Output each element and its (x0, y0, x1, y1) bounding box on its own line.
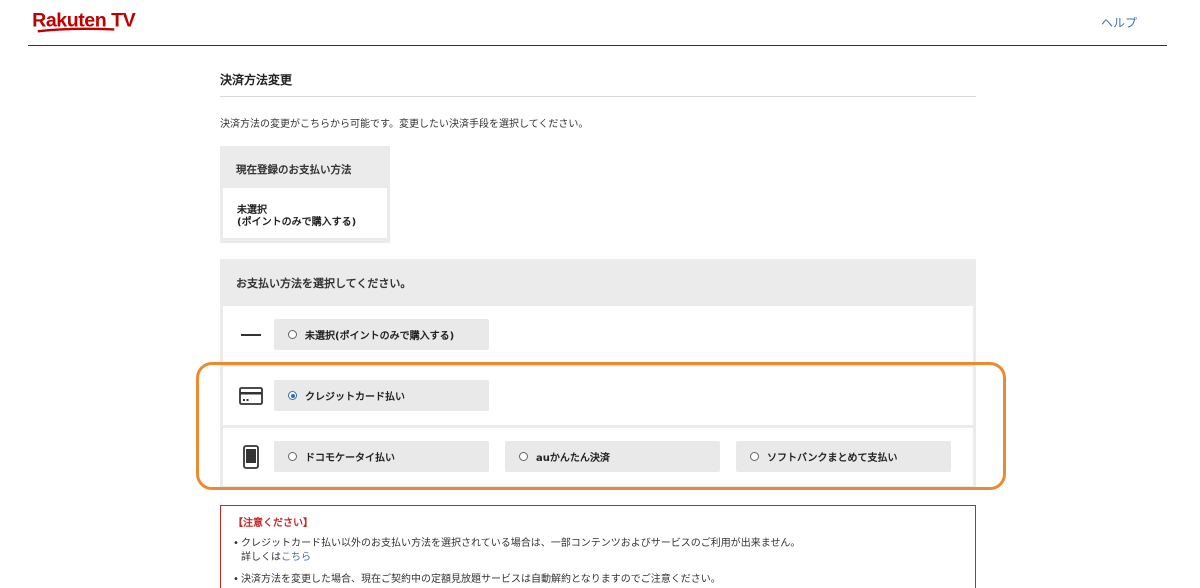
option-credit-card-label: クレジットカード払い (305, 392, 405, 403)
radio-softbank[interactable] (750, 452, 759, 461)
header: Rakuten TV ヘルプ (0, 0, 1200, 47)
notice-item-1-sub: 詳しくはこちら (241, 548, 311, 563)
payment-row-carrier: ドコモケータイ払い auかんたん決済 ソフトバンクまとめて支払い (223, 428, 973, 486)
notice-item-1-text: クレジットカード払い以外のお支払い方法を選択されている場合は、一部コンテンツおよ… (241, 538, 801, 549)
rakuten-tv-logo[interactable]: Rakuten TV (28, 8, 153, 36)
payment-select-heading: お支払い方法を選択してください。 (236, 277, 412, 290)
notice-item-2: • 決済方法を変更した場合、現在ご契約中の定額見放題サービスは自動解約となりますの… (233, 570, 721, 585)
mobile-phone-icon (237, 443, 265, 471)
notice-item-2-text: 決済方法を変更した場合、現在ご契約中の定額見放題サービスは自動解約となりますので… (241, 574, 721, 585)
bullet-icon: • (233, 538, 239, 549)
notice-item-1: • クレジットカード払い以外のお支払い方法を選択されている場合は、一部コンテンツお… (233, 534, 800, 549)
payment-row-credit-card: クレジットカード払い (223, 367, 973, 425)
option-softbank[interactable]: ソフトバンクまとめて支払い (736, 441, 951, 472)
radio-au[interactable] (519, 452, 528, 461)
current-payment-heading: 現在登録のお支払い方法 (236, 164, 352, 176)
current-payment-body: 未選択 (ポイントのみで購入する) (223, 188, 387, 238)
option-au-label: auかんたん決済 (536, 453, 610, 464)
option-none-label: 未選択(ポイントのみで購入する) (305, 331, 455, 342)
radio-none[interactable] (288, 330, 297, 339)
credit-card-icon (237, 382, 265, 410)
notice-title: 【注意ください】 (233, 518, 313, 529)
bullet-icon: • (233, 574, 239, 585)
radio-docomo[interactable] (288, 452, 297, 461)
details-link[interactable]: こちら (281, 552, 311, 563)
option-softbank-label: ソフトバンクまとめて支払い (767, 453, 898, 464)
notice-sub-prefix: 詳しくは (241, 552, 281, 563)
payment-row-none: 未選択(ポイントのみで購入する) (223, 306, 973, 364)
current-payment-note: (ポイントのみで購入する) (237, 217, 357, 228)
page-title: 決済方法変更 (220, 73, 293, 87)
option-au[interactable]: auかんたん決済 (505, 441, 720, 472)
option-credit-card[interactable]: クレジットカード払い (274, 380, 489, 411)
current-payment-card: 現在登録のお支払い方法 未選択 (ポイントのみで購入する) (220, 146, 390, 243)
option-none[interactable]: 未選択(ポイントのみで購入する) (274, 319, 489, 350)
header-divider (28, 45, 1167, 46)
option-docomo-label: ドコモケータイ払い (305, 453, 395, 464)
help-link[interactable]: ヘルプ (1101, 14, 1137, 31)
title-divider (220, 96, 976, 97)
radio-credit-card[interactable] (288, 391, 297, 400)
notice-box: 【注意ください】 • クレジットカード払い以外のお支払い方法を選択されている場合は… (220, 505, 976, 588)
intro-text: 決済方法の変更がこちらから可能です。変更したい決済手段を選択してください。 (220, 119, 589, 130)
option-docomo[interactable]: ドコモケータイ払い (274, 441, 489, 472)
payment-select-box: お支払い方法を選択してください。 未選択(ポイントのみで購入する) クレジットカ… (220, 259, 976, 489)
dash-icon (237, 321, 265, 349)
